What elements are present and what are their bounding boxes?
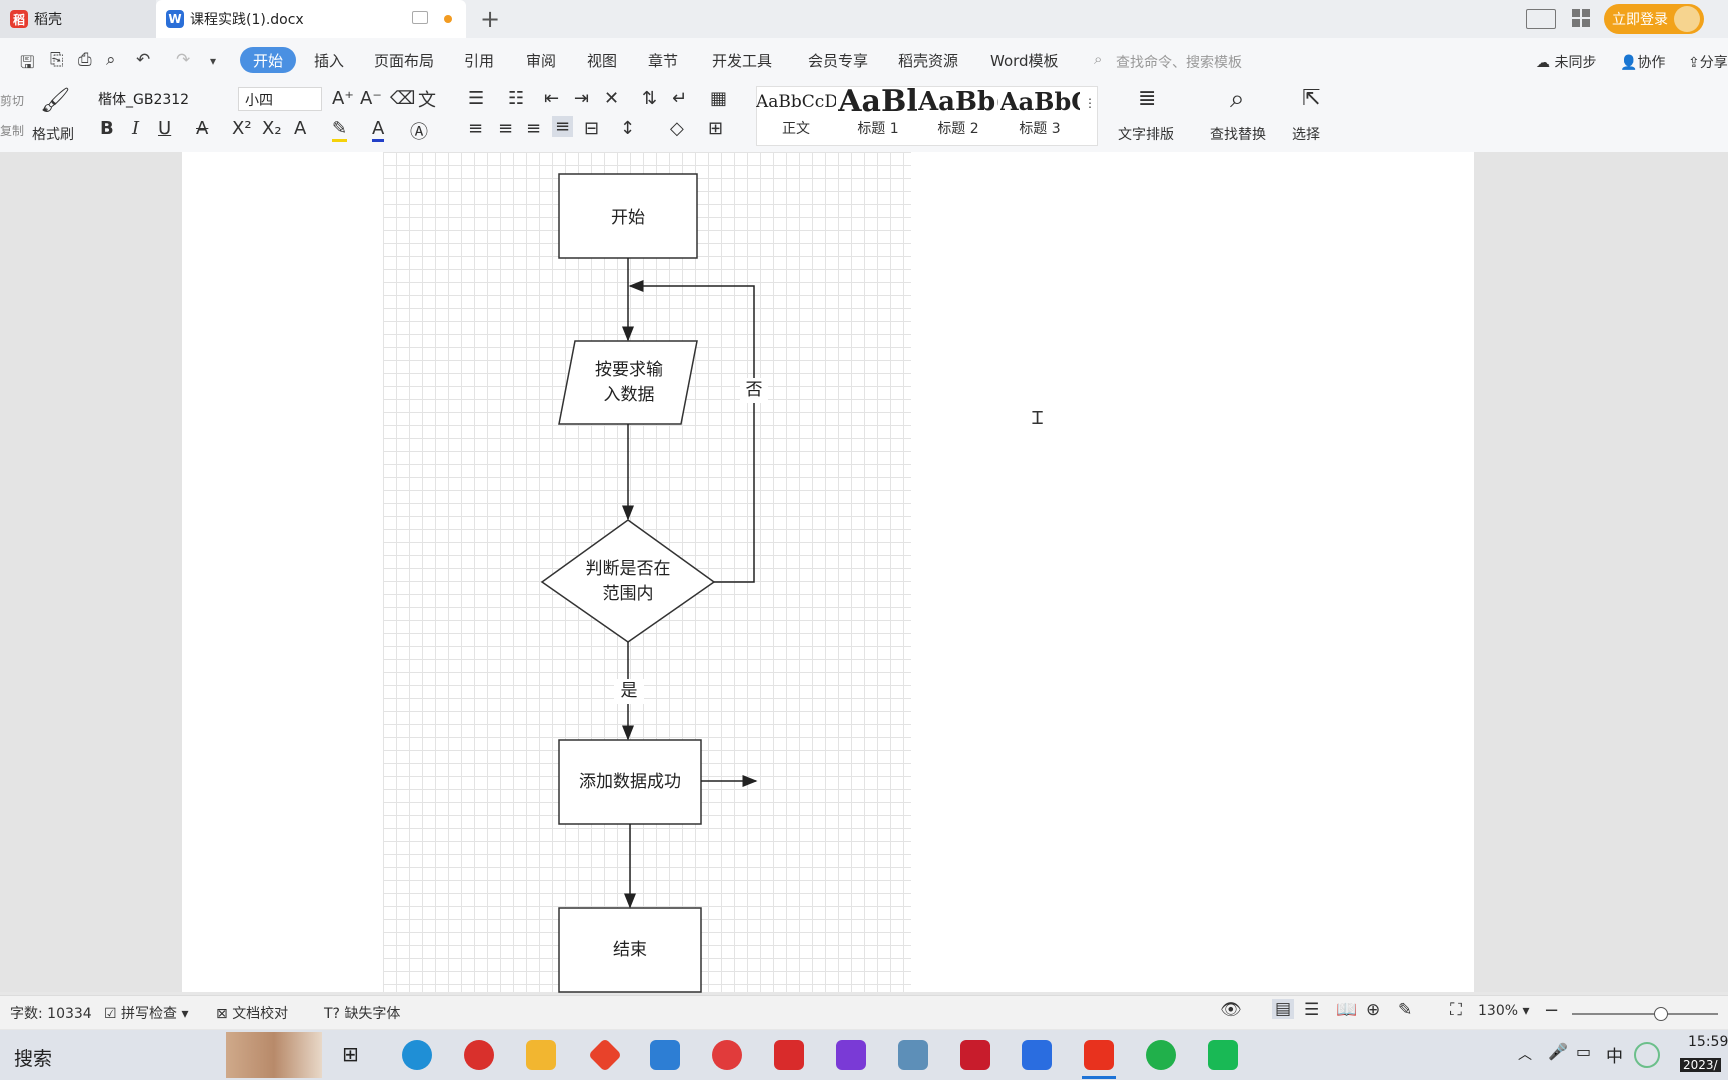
input-label-line2: 入数据: [603, 385, 655, 405]
no-label: 否: [740, 378, 768, 403]
yes-label: 是: [614, 679, 644, 704]
iqiyi-icon[interactable]: [1208, 1040, 1238, 1070]
doc-proof-label: 文档校对: [232, 1006, 289, 1022]
fit-page-icon[interactable]: ⛶: [1450, 1000, 1462, 1020]
clock-time[interactable]: 15:59: [1688, 1034, 1728, 1050]
taskbar-search[interactable]: 搜索: [14, 1044, 52, 1071]
edge-icon[interactable]: [402, 1040, 432, 1070]
wechat-icon[interactable]: [1146, 1040, 1176, 1070]
checkbox-icon: ☑: [104, 1006, 117, 1022]
assistant-icon[interactable]: [1634, 1042, 1660, 1068]
font-question-icon: T?: [324, 1006, 340, 1022]
wps-icon[interactable]: [1084, 1040, 1114, 1070]
outline-view-icon[interactable]: ☰: [1304, 1000, 1319, 1020]
zoom-select[interactable]: 130% ▾: [1478, 1003, 1530, 1019]
netease-music-icon[interactable]: [464, 1040, 494, 1070]
web-view-icon[interactable]: ⊕: [1366, 1000, 1380, 1020]
missing-font-button[interactable]: T? 缺失字体: [324, 1003, 400, 1023]
missing-font-label: 缺失字体: [344, 1006, 401, 1022]
word-count[interactable]: 字数: 10334: [10, 1003, 92, 1023]
microphone-icon[interactable]: 🎤: [1548, 1042, 1568, 1061]
file-explorer-icon[interactable]: [526, 1040, 556, 1070]
tools-icon[interactable]: [898, 1040, 928, 1070]
end-label: 结束: [613, 940, 647, 960]
spell-check-button[interactable]: ☑ 拼写检查 ▾: [104, 1003, 189, 1023]
mind-app-icon[interactable]: [712, 1040, 742, 1070]
clock-date[interactable]: 2023/: [1680, 1058, 1721, 1072]
zoom-slider-track[interactable]: [1572, 1013, 1718, 1015]
page-view-icon[interactable]: ▤: [1272, 999, 1295, 1019]
intellij-icon[interactable]: [836, 1040, 866, 1070]
zoom-value: 130%: [1478, 1003, 1519, 1019]
youdao-icon[interactable]: [774, 1040, 804, 1070]
search-banner-image: [226, 1032, 322, 1078]
edit-view-icon[interactable]: ✎: [1398, 1000, 1412, 1020]
battery-icon[interactable]: ▭: [1576, 1042, 1591, 1061]
flowchart-svg: [540, 173, 758, 993]
mail-icon[interactable]: [650, 1040, 680, 1070]
reading-view-icon[interactable]: 📖: [1336, 1000, 1357, 1020]
zoom-slider-thumb[interactable]: [1654, 1007, 1668, 1021]
tray-chevron-icon[interactable]: ︿: [1518, 1044, 1532, 1064]
ime-indicator[interactable]: 中: [1606, 1042, 1623, 1067]
zoom-out-button[interactable]: −: [1544, 1000, 1559, 1021]
success-label: 添加数据成功: [579, 772, 681, 792]
active-indicator: [1082, 1076, 1116, 1079]
task-view-icon[interactable]: ⊞: [342, 1042, 359, 1066]
decision-label-line2: 范围内: [602, 584, 654, 604]
dingtalk-icon[interactable]: [1022, 1040, 1052, 1070]
input-label-line1: 按要求输: [595, 360, 663, 380]
decision-label-line1: 判断是否在: [585, 559, 671, 579]
doc-proof-button[interactable]: ⊠ 文档校对: [216, 1003, 288, 1023]
start-label: 开始: [611, 208, 645, 228]
eye-protect-icon[interactable]: 👁: [1220, 1000, 1242, 1020]
spell-check-label: 拼写检查: [121, 1006, 178, 1022]
music-icon[interactable]: [960, 1040, 990, 1070]
proof-icon: ⊠: [216, 1006, 228, 1022]
text-cursor-icon: Ꮖ: [1032, 408, 1044, 429]
